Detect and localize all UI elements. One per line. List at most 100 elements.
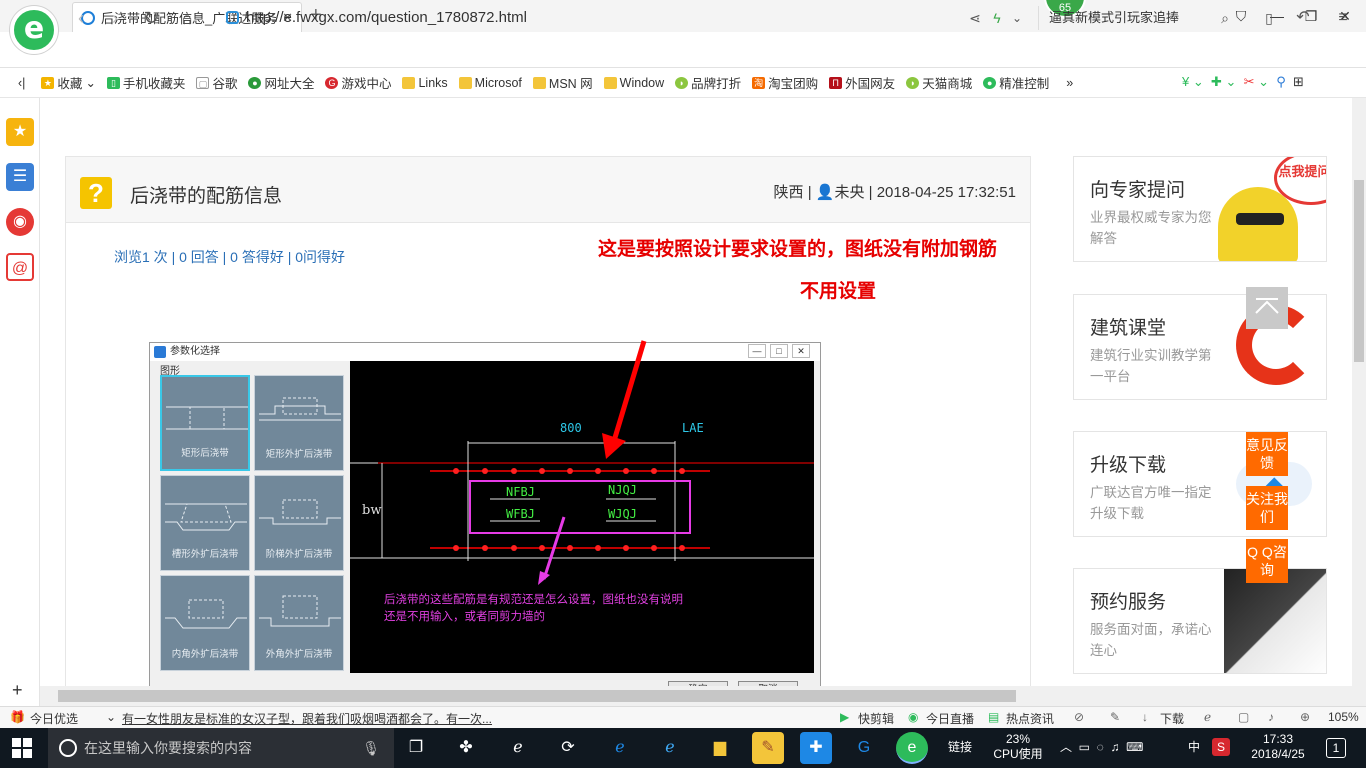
weibo-icon[interactable]: ◉ (6, 208, 34, 236)
star-icon[interactable]: ★ (6, 118, 34, 146)
news-ticker-link[interactable]: 有一女性朋友是标准的女汉子型，跟着我们吸烟喝酒都会了。有一次... (122, 710, 492, 727)
undo-icon[interactable]: ↶ (1290, 6, 1316, 30)
annotation-line1: 这是要按照设计要求设置的，图纸没有附加钢筋 (598, 238, 998, 260)
bookmark-precise[interactable]: ● 精准控制 (983, 73, 1049, 92)
chevron-down-icon[interactable]: ⌄ (1004, 6, 1030, 30)
pin-icon[interactable]: ✎ (1110, 710, 1120, 724)
taskbar: 在这里输入你要搜索的内容 🎙 ❐ ✤ ℯ ⟳ ℯ ℯ ▆ ✎ ✚ G e 链接 2… (0, 728, 1366, 768)
forward-button[interactable]: › (102, 6, 128, 30)
notification-center-icon[interactable]: 1 (1326, 738, 1346, 758)
tray-icons[interactable]: ︿ ▭ ◌ ♫ ⌨ (1060, 740, 1143, 755)
url-input[interactable]: http://e.fwxgx.com/question_1780872.html (226, 6, 936, 30)
search-input[interactable]: 逼真新模式引玩家追捧 (1038, 6, 1238, 30)
bookmark-mobile[interactable]: ▯ 手机收藏夹 (106, 73, 185, 92)
windows-start-icon[interactable] (12, 738, 32, 758)
ie-mode-icon[interactable]: ℯ (1204, 710, 1211, 724)
bookmark-games[interactable]: G 游戏中心 (325, 73, 391, 92)
file-explorer-icon[interactable]: ▆ (704, 732, 736, 764)
magnifier-icon[interactable]: ⚲ (1276, 74, 1286, 89)
sogou-ime-icon[interactable]: S (1212, 738, 1230, 756)
question-screenshot[interactable]: 参数化选择 — □ ✕ 图形 矩形后浇带 矩形外扩后浇带 槽形外扩后浇带 阶梯外… (149, 342, 821, 686)
zoom-level[interactable]: 105% (1328, 710, 1359, 724)
home-button[interactable]: ⌂ (174, 6, 200, 30)
live-link[interactable]: 今日直播 (926, 710, 974, 727)
bookmark-microsoft[interactable]: Microsof (458, 76, 522, 90)
menu-icon[interactable]: ≡ (1330, 6, 1356, 30)
apps-grid-icon[interactable]: ⊞ (1293, 74, 1304, 89)
shape-option: 槽形外扩后浇带 (160, 475, 250, 571)
clock-date: 2018/4/25 (1251, 747, 1305, 761)
back-button[interactable]: ‹ (68, 6, 94, 30)
fan-app-icon[interactable]: ✤ (450, 732, 482, 764)
task-view-icon[interactable]: ❐ (400, 732, 432, 764)
shape-option: 阶梯外扩后浇带 (254, 475, 344, 571)
bookmark-windows[interactable]: Window (603, 76, 664, 90)
speed-icon[interactable]: ⊘ (1074, 710, 1084, 724)
bookmark-tmall[interactable]: ◗ 天猫商城 (906, 73, 972, 92)
card-appointment[interactable]: 预约服务 服务面对面，承诺心连心 (1073, 568, 1327, 674)
microphone-icon[interactable]: 🎙 (362, 728, 380, 768)
quick-cut-link[interactable]: 快剪辑 (858, 710, 894, 727)
internet-explorer-icon[interactable]: ℯ (654, 732, 686, 764)
question-stats[interactable]: 浏览1 次 | 0 回答 | 0 答得好 | 0问得好 (114, 247, 345, 267)
feedback-button[interactable]: 意见反馈 (1246, 432, 1288, 476)
cpu-meter[interactable]: 23% CPU使用 (990, 732, 1046, 762)
clock-time: 17:33 (1262, 732, 1294, 746)
back-to-top-button[interactable] (1246, 287, 1288, 329)
swirl-app-icon[interactable]: ⟳ (552, 732, 584, 764)
card-subtitle: 广联达官方唯一指定升级下载 (1090, 485, 1212, 521)
window-icon[interactable]: ▢ (1238, 710, 1249, 724)
question-author[interactable]: 未央 (834, 184, 864, 201)
bookmark-brand[interactable]: ◗ 品牌打折 (675, 73, 741, 92)
clock[interactable]: 17:33 2018/4/25 (1248, 732, 1308, 762)
bookmark-msn[interactable]: MSN 网 (532, 73, 593, 92)
bookmark-sites[interactable]: ● 网址大全 (248, 73, 314, 92)
bookmarks-more[interactable]: » (1066, 76, 1073, 90)
app-icon (154, 346, 166, 358)
mail-icon[interactable]: @ (6, 253, 34, 281)
follow-us-button[interactable]: 关注我们 (1246, 486, 1288, 530)
cad-note-line2: 还是不用输入，或者同剪力墙的 (384, 611, 545, 623)
bookmark-foreign[interactable]: Π 外国网友 (829, 73, 895, 92)
bookmark-taobao[interactable]: 淘淘宝团购 (752, 73, 818, 92)
qq-consult-button[interactable]: Q Q咨询 (1246, 539, 1288, 583)
search-icon[interactable]: ⌕ (1212, 6, 1238, 30)
shape-option: 矩形外扩后浇带 (254, 375, 344, 471)
cad-wjqj-label: WJQJ (608, 507, 637, 521)
hot-news-link[interactable]: 热点资讯 (1006, 710, 1054, 727)
daily-picks-link[interactable]: 今日优选 (30, 710, 78, 727)
handshake-image (1224, 569, 1326, 673)
g-app-icon[interactable]: G (848, 732, 880, 764)
links-toolbar-label[interactable]: 链接 (948, 740, 972, 755)
taskbar-search-input[interactable]: 在这里输入你要搜索的内容 🎙 (48, 728, 394, 768)
toolbar-extension-icons[interactable]: ¥ ⌄ ✚ ⌄ ✂ ⌄ ⚲ ⊞ (1182, 74, 1304, 90)
edge-app-icon[interactable]: ℯ (604, 732, 636, 764)
refresh-button[interactable]: ↻ (138, 6, 164, 30)
plus-app-icon[interactable]: ✚ (800, 732, 832, 764)
question-location: 陕西 (773, 184, 804, 201)
news-chevron-icon: ⌄ (106, 710, 117, 724)
ime-indicator[interactable]: 中 (1188, 740, 1200, 755)
mute-icon[interactable]: ♪ (1268, 710, 1274, 724)
browser-logo-icon[interactable]: e (10, 6, 58, 54)
add-icon[interactable]: + (12, 680, 23, 701)
cut-icon[interactable]: ✂ (1244, 74, 1255, 89)
download-icon: ↓ (1142, 710, 1148, 724)
browser-app-icon[interactable]: e (896, 732, 928, 764)
ie-app-icon[interactable]: ℯ (502, 732, 534, 764)
vertical-scroll-thumb[interactable] (1354, 180, 1364, 362)
download-link[interactable]: 下载 (1160, 710, 1184, 727)
notes-app-icon[interactable]: ✎ (752, 732, 784, 764)
bookmarks-collapse-icon[interactable]: ‹| (18, 76, 25, 90)
page-title: 后浇带的配筋信息 (130, 186, 283, 207)
phone-icon[interactable]: ▯ (1256, 6, 1282, 30)
bookmark-google[interactable]: ▢ 谷歌 (196, 73, 237, 92)
bookmark-links[interactable]: Links (402, 76, 448, 90)
card-building-class[interactable]: 建筑课堂 建筑行业实训教学第一平台 (1073, 294, 1327, 400)
bookmark-favorites[interactable]: ★ 收藏 ⌄ (41, 73, 96, 92)
list-icon[interactable]: ☰ (6, 163, 34, 191)
card-upgrade-download[interactable]: 升级下载 广联达官方唯一指定升级下载 ⬆ (1073, 431, 1327, 537)
horizontal-scroll-thumb[interactable] (58, 690, 1016, 702)
card-ask-expert[interactable]: 向专家提问 业界最权威专家为您解答 点我提问哦 (1073, 156, 1327, 262)
card-subtitle: 服务面对面，承诺心连心 (1090, 622, 1212, 658)
